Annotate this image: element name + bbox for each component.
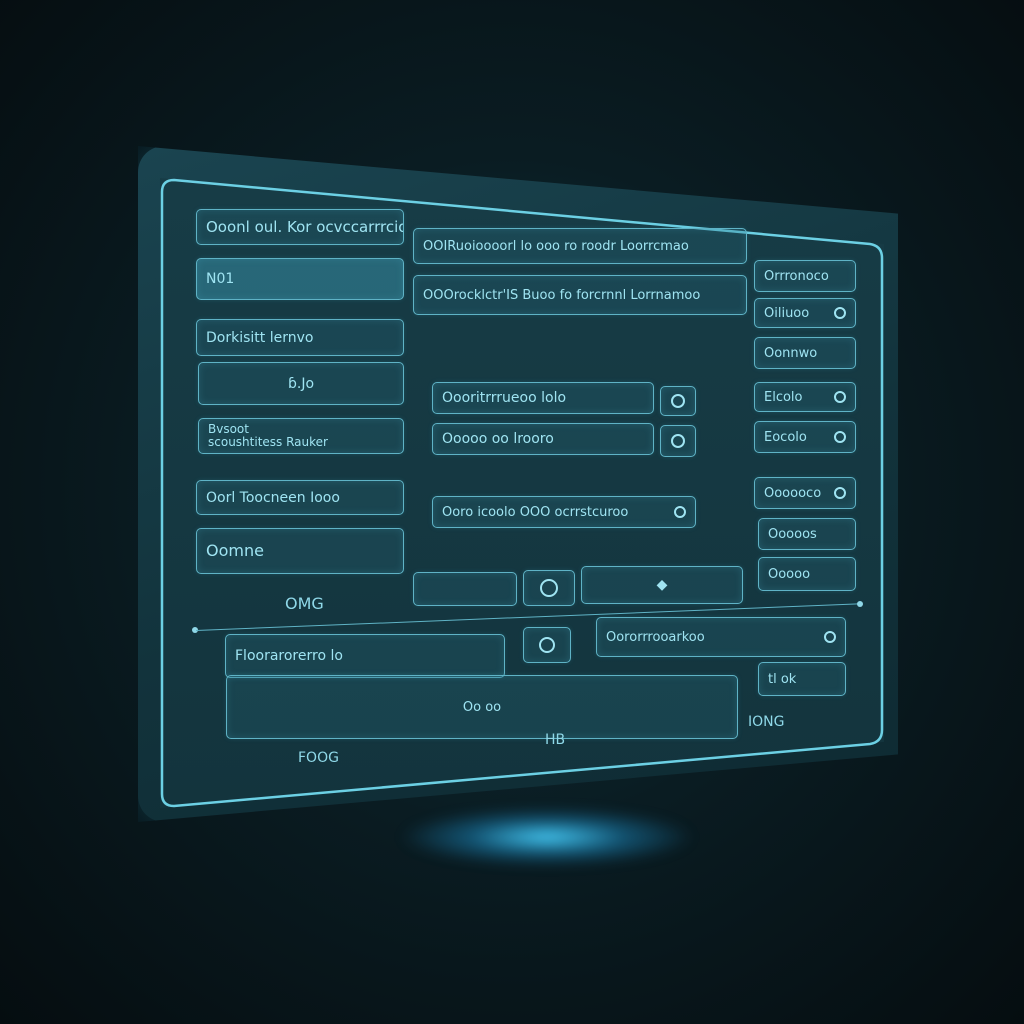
left-header-field[interactable]: Ooonl oul. Kor ocvccarrrcio [196, 209, 404, 245]
floor-glow [402, 808, 692, 866]
right-item-7[interactable]: Ooooos [758, 518, 856, 550]
bottom-field-right[interactable]: Oororrrooarkoo [596, 617, 846, 657]
middle-toolbar-left[interactable] [413, 572, 517, 606]
bottom-field-left[interactable]: Floorarorerro lo [225, 634, 505, 678]
right-item-6-label: Oooooco [764, 485, 822, 501]
middle-toolbar-icon[interactable] [523, 570, 575, 606]
pin-icon: ◆ [656, 577, 668, 593]
bottom-small-field[interactable]: tl ok [758, 662, 846, 696]
bottom-label-middle: HB [545, 732, 566, 748]
clock-icon [834, 307, 846, 319]
search-icon[interactable] [824, 631, 836, 643]
left-item-4-line2: scoushtitess Rauker [208, 435, 328, 449]
separator-dot-right [857, 601, 863, 607]
middle-field-a[interactable]: Oooritrrrueoo lolo [432, 382, 654, 414]
right-item-4[interactable]: Elcolo [754, 382, 856, 412]
left-footer-label: OMG [285, 594, 324, 613]
right-item-1[interactable]: Orrronoco [754, 260, 856, 292]
right-item-2-label: Oiliuoo [764, 305, 810, 321]
bottom-field-right-label: Oororrrooarkoo [606, 629, 705, 645]
middle-field-b-button[interactable] [660, 425, 696, 457]
right-item-2[interactable]: Oiliuoo [754, 298, 856, 328]
left-item-5[interactable]: Oorl Toocneen Iooo [196, 480, 404, 515]
bottom-icon-button[interactable] [523, 627, 571, 663]
left-item-4[interactable]: Bvsoot scoushtitess Rauker [198, 418, 404, 454]
left-item-6[interactable]: Oomne [196, 528, 404, 574]
right-item-4-label: Elcolo [764, 389, 803, 405]
ring-icon[interactable] [674, 506, 686, 518]
middle-field-a-button[interactable] [660, 386, 696, 416]
bottom-field-wide[interactable]: Oo oo [226, 675, 738, 739]
middle-top-field-1[interactable]: OOIRuoioooorl lo ooo ro roodr Loorrcmao [413, 228, 747, 264]
record-icon [671, 434, 685, 448]
status-icon [834, 487, 846, 499]
settings-icon [834, 431, 846, 443]
right-item-5[interactable]: Eocolo [754, 421, 856, 453]
info-icon [834, 391, 846, 403]
middle-toolbar-right[interactable]: ◆ [581, 566, 743, 604]
bottom-label-left: FOOG [298, 750, 339, 766]
bottom-label-right: IONG [748, 714, 785, 730]
right-item-8[interactable]: Ooooo [758, 557, 856, 591]
right-item-3[interactable]: Oonnwo [754, 337, 856, 369]
middle-top-field-2[interactable]: OOOrocklctr'IS Buoo fo forcrnnl Lorrnamo… [413, 275, 747, 315]
middle-field-b[interactable]: Ooooo oo lrooro [432, 423, 654, 455]
middle-field-c[interactable]: Ooro icoolo OOO ocrrstcuroo [432, 496, 696, 528]
target-icon-small [539, 637, 555, 653]
target-icon [540, 579, 558, 597]
left-item-highlight[interactable]: N01 [196, 258, 404, 300]
right-item-5-label: Eocolo [764, 429, 807, 445]
right-item-6[interactable]: Oooooco [754, 477, 856, 509]
left-item-2[interactable]: Dorkisitt lernvo [196, 319, 404, 356]
middle-field-c-label: Ooro icoolo OOO ocrrstcuroo [442, 504, 629, 520]
circle-icon [671, 394, 685, 408]
left-item-3[interactable]: ɓ.Jo [198, 362, 404, 405]
